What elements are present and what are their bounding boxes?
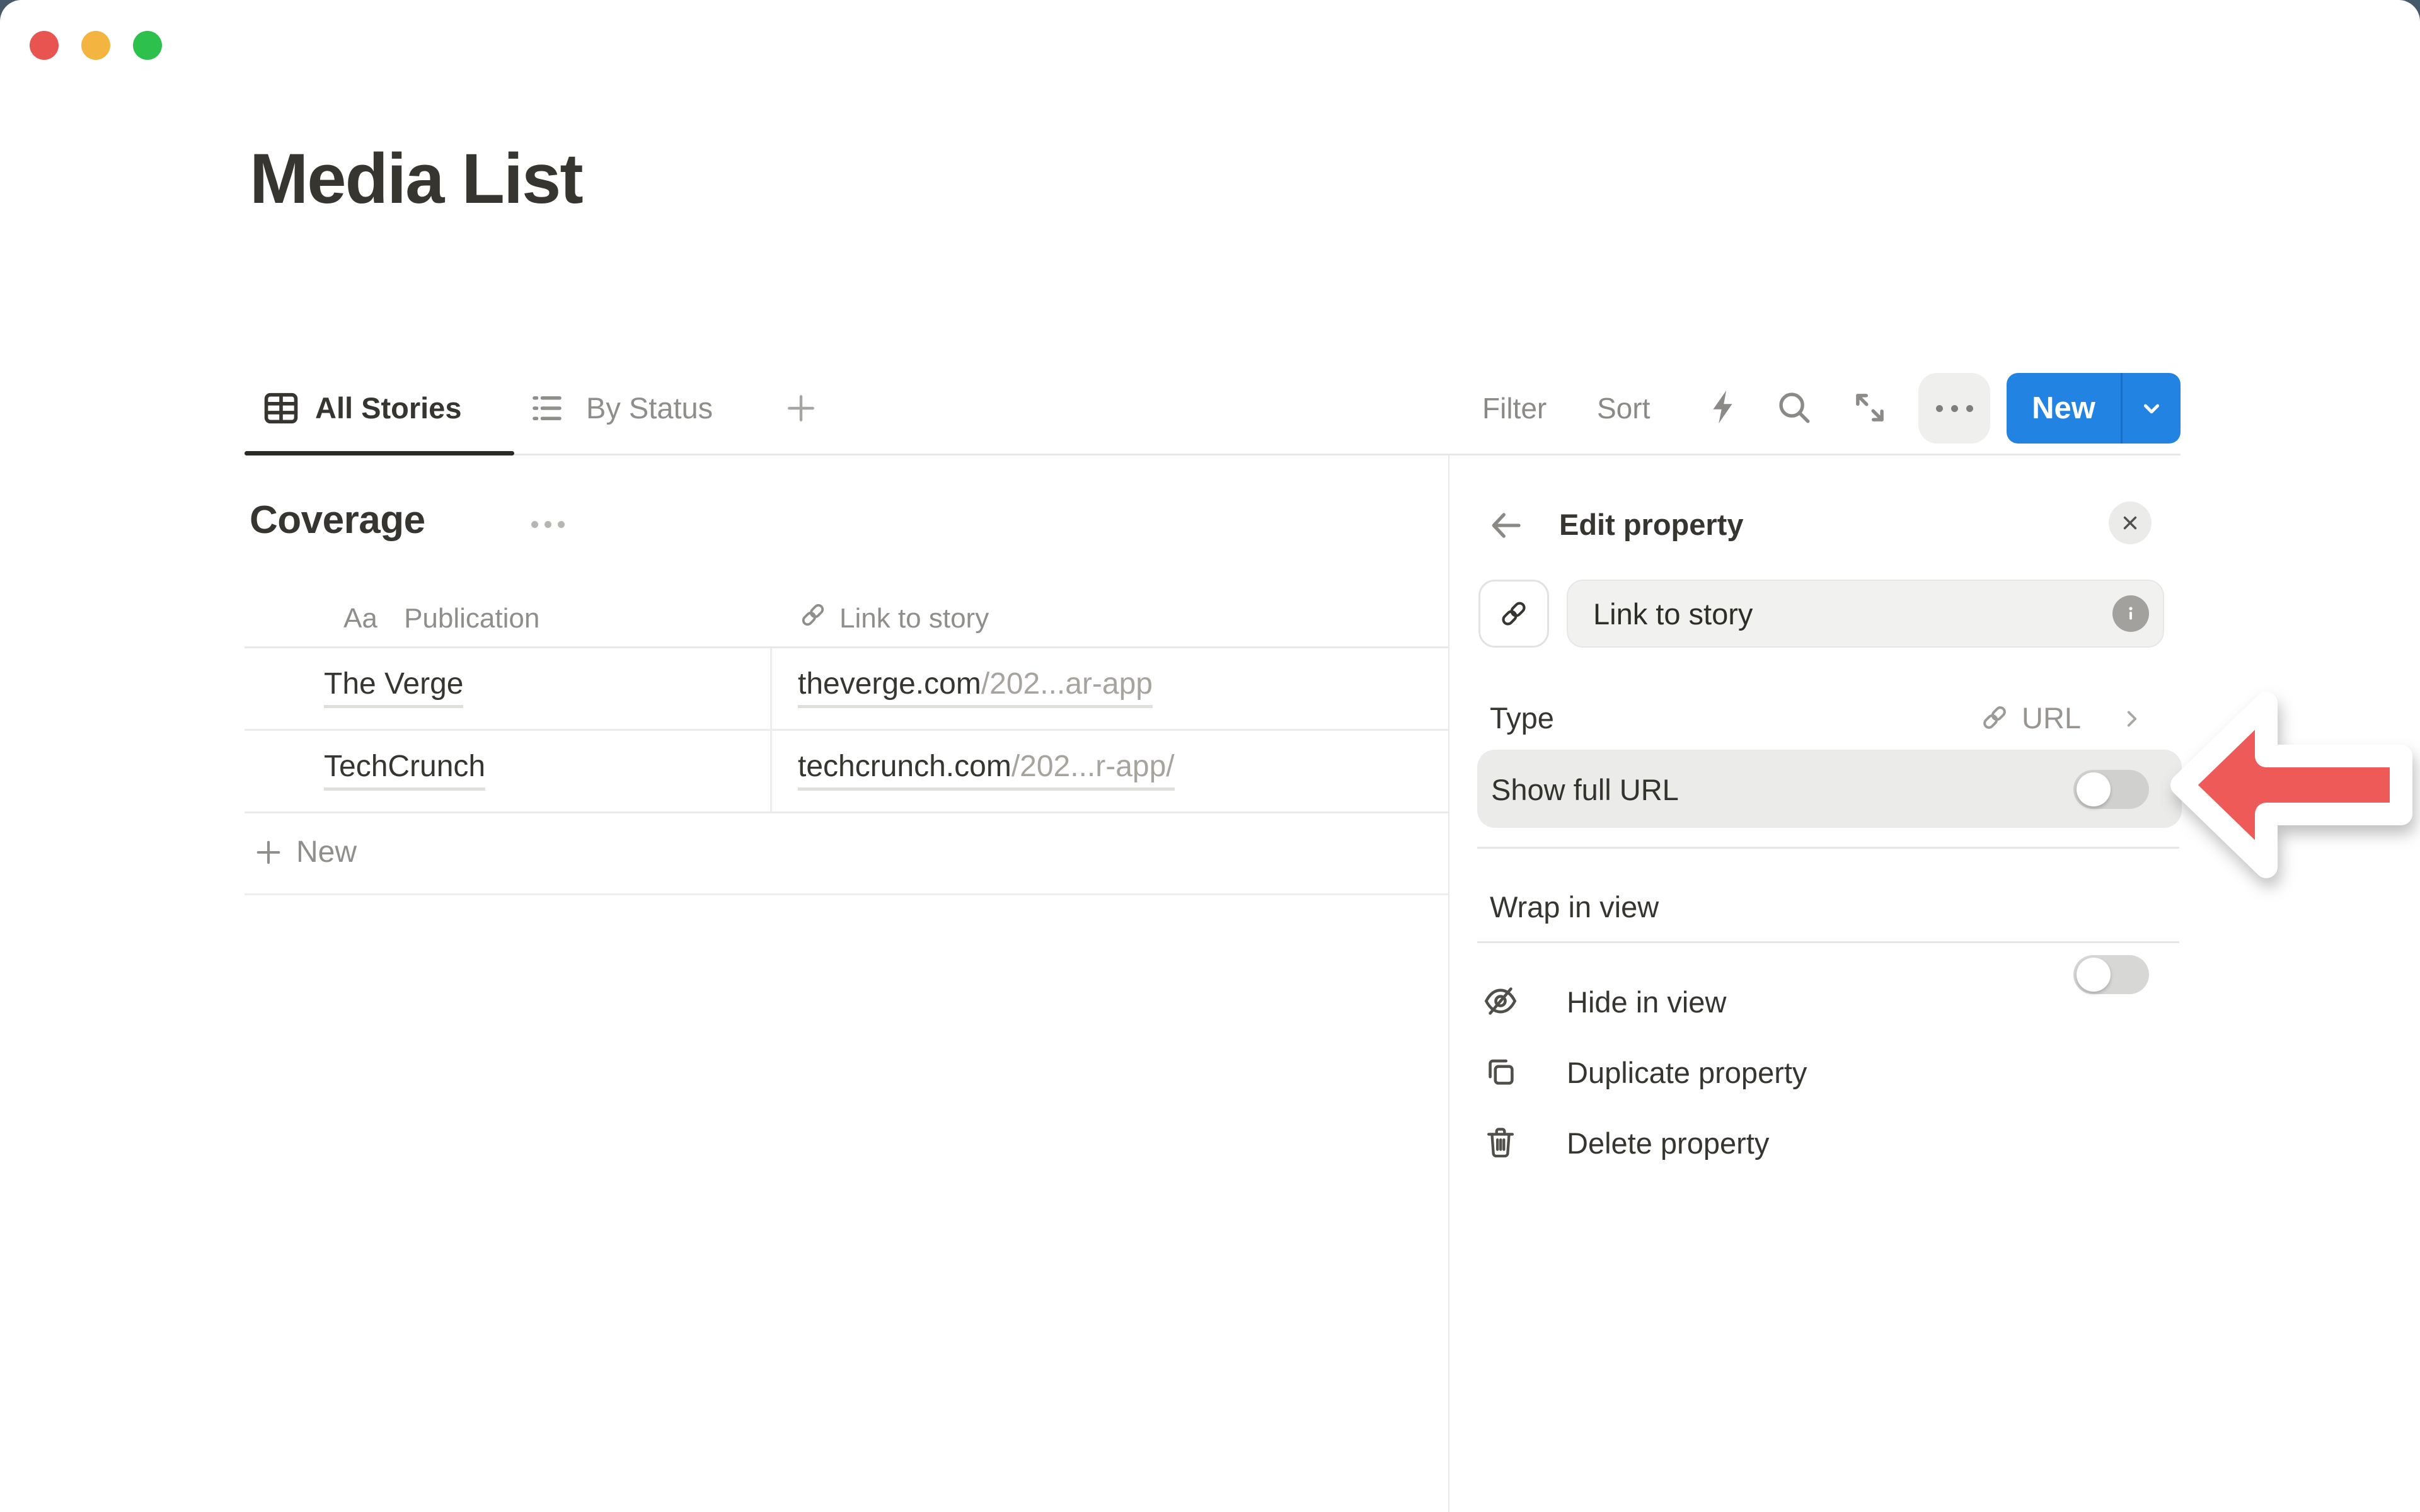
show-full-url-row[interactable]: Show full URL [1477, 750, 2182, 828]
column-header-link[interactable]: Link to story [839, 602, 989, 635]
arrow-left-icon [1486, 505, 1526, 546]
duplicate-icon [1482, 1053, 1519, 1090]
tab-all-stories[interactable]: All Stories [315, 391, 461, 426]
panel-divider [1448, 455, 1449, 1512]
menu-label: Delete property [1567, 1125, 1769, 1162]
list-view-icon [528, 389, 566, 427]
add-view-button[interactable] [783, 391, 819, 426]
link-icon [1497, 597, 1530, 630]
column-header-publication[interactable]: Aa Publication [343, 602, 539, 635]
annotation-arrow-left [2164, 685, 2416, 887]
row-divider [245, 729, 1448, 731]
lightning-icon[interactable] [1704, 387, 1744, 427]
close-icon [2119, 512, 2141, 534]
filter-button[interactable]: Filter [1482, 391, 1547, 426]
new-row-button[interactable]: New [296, 835, 357, 870]
show-full-url-toggle[interactable] [2073, 770, 2149, 809]
row-divider [245, 811, 1448, 813]
close-window-button[interactable] [30, 31, 59, 60]
new-button[interactable]: New [2007, 373, 2121, 444]
ellipsis-icon [531, 521, 565, 528]
link-muted: /202...r-app/ [1011, 750, 1175, 783]
toggle-knob [2077, 772, 2111, 806]
text-type-icon: Aa [343, 603, 377, 634]
active-tab-underline [245, 451, 514, 455]
toolbar-divider [245, 454, 2181, 455]
cell-link[interactable]: techcrunch.com/202...r-app/ [798, 750, 1175, 791]
sort-button[interactable]: Sort [1597, 391, 1650, 426]
type-label: Type [1490, 701, 1554, 736]
close-panel-button[interactable] [2109, 501, 2152, 544]
link-icon [798, 600, 828, 630]
menu-item-hide-in-view[interactable]: Hide in view [1477, 966, 2181, 1037]
menu-item-delete-property[interactable]: Delete property [1477, 1108, 2181, 1178]
view-options-button[interactable] [1918, 373, 1990, 444]
panel-title: Edit property [1559, 507, 1743, 543]
wrap-in-view-label: Wrap in view [1490, 890, 1659, 925]
chevron-down-icon [2137, 394, 2166, 423]
search-icon[interactable] [1775, 388, 1814, 427]
show-full-url-label: Show full URL [1491, 772, 1679, 808]
zoom-window-button[interactable] [133, 31, 162, 60]
header-divider [245, 646, 1448, 648]
menu-label: Duplicate property [1567, 1055, 1807, 1091]
cell-publication[interactable]: The Verge [324, 668, 463, 708]
panel-section-divider [1477, 847, 2179, 849]
row-divider [245, 893, 1448, 895]
database-title[interactable]: Coverage [250, 498, 425, 542]
trash-icon [1482, 1124, 1519, 1160]
property-name-input[interactable]: Link to story [1567, 580, 2164, 648]
table-view-icon [261, 388, 301, 428]
ellipsis-icon [1936, 405, 1973, 412]
link-main: theverge.com [798, 667, 981, 701]
link-main: techcrunch.com [798, 750, 1011, 783]
app-window: Media List All Stories By Status Filter … [0, 0, 2420, 1512]
link-muted: /202...ar-app [981, 667, 1153, 701]
type-value: URL [2022, 701, 2081, 736]
page-title[interactable]: Media List [250, 140, 582, 217]
eye-off-icon [1482, 983, 1519, 1019]
expand-icon[interactable] [1850, 388, 1889, 427]
cell-link[interactable]: theverge.com/202...ar-app [798, 668, 1153, 708]
property-name-value: Link to story [1568, 597, 1753, 631]
new-button-group: New [2007, 373, 2181, 444]
cell-publication[interactable]: TechCrunch [324, 750, 485, 791]
link-icon [1979, 702, 2010, 733]
menu-item-duplicate-property[interactable]: Duplicate property [1477, 1037, 2181, 1108]
property-icon-button[interactable] [1478, 580, 1549, 648]
database-options-button[interactable] [531, 521, 565, 528]
column-label: Publication [385, 603, 539, 634]
tab-by-status[interactable]: By Status [586, 391, 713, 426]
menu-label: Hide in view [1567, 984, 1726, 1021]
plus-icon [783, 391, 819, 426]
new-dropdown-button[interactable] [2123, 373, 2181, 444]
back-button[interactable] [1486, 505, 1526, 546]
plus-icon [252, 836, 285, 869]
panel-section-divider [1477, 941, 2179, 943]
chevron-right-icon [2119, 706, 2145, 732]
info-icon[interactable] [2112, 595, 2149, 632]
minimize-window-button[interactable] [81, 31, 110, 60]
